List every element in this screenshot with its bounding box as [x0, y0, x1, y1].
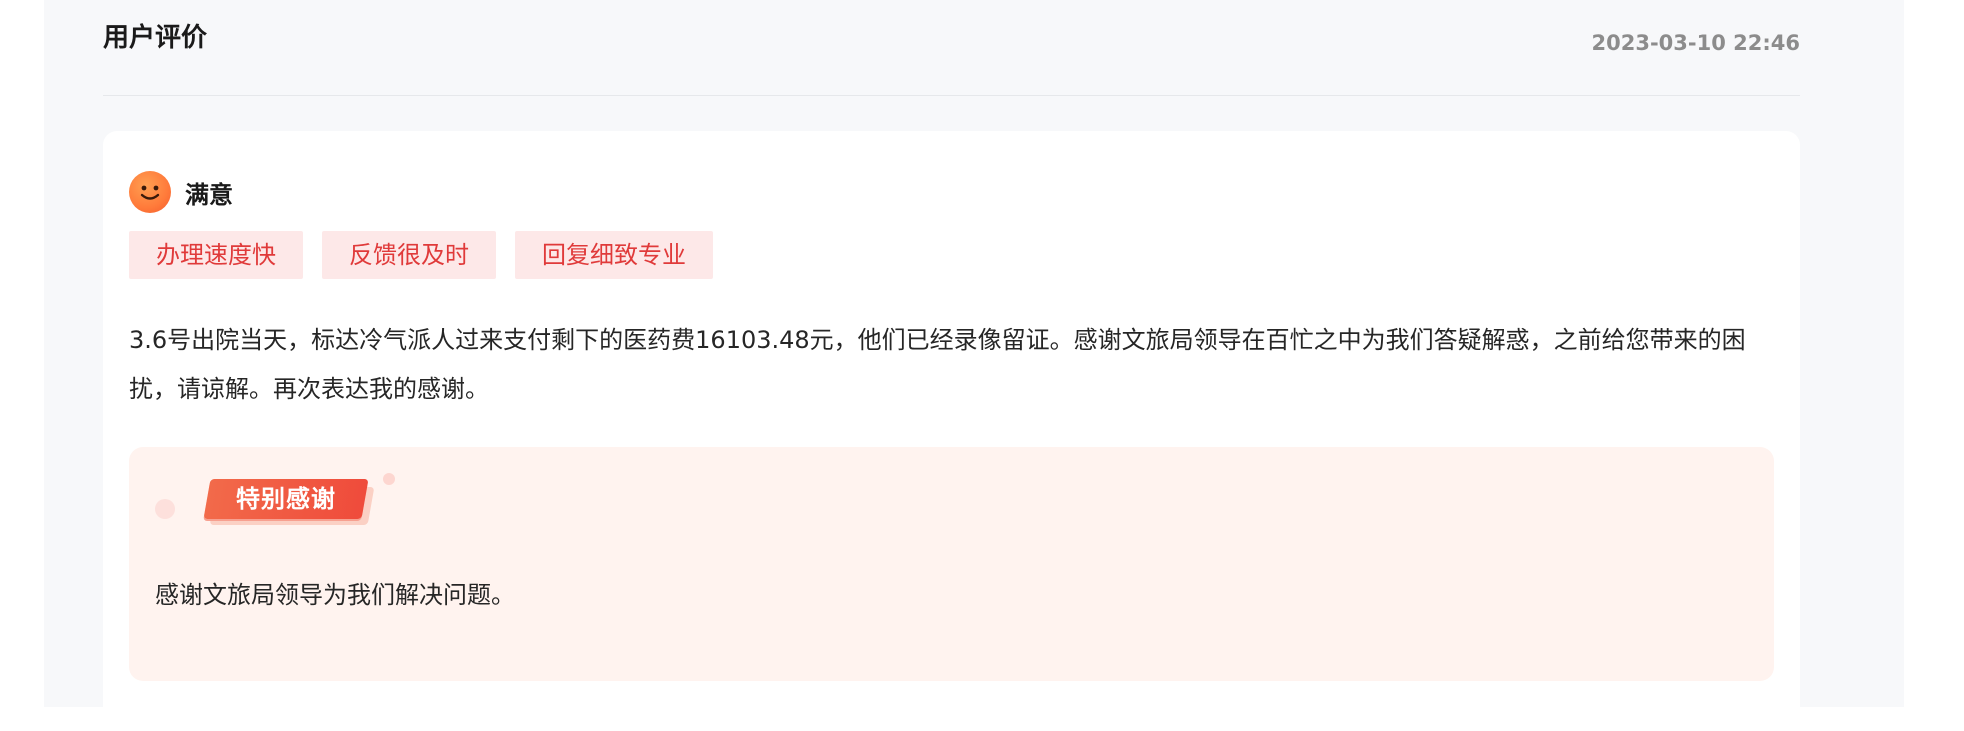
special-thanks-box: 特别感谢 感谢文旅局领导为我们解决问题。 — [129, 447, 1774, 681]
review-content: 3.6号出院当天，标达冷气派人过来支付剩下的医药费16103.48元，他们已经录… — [129, 326, 1746, 403]
review-timestamp: 2023-03-10 22:46 — [1591, 31, 1800, 55]
decoration-dot — [383, 473, 395, 485]
special-thanks-badge-label: 特别感谢 — [236, 485, 336, 513]
smiley-face-icon — [129, 171, 171, 213]
tag-list: 办理速度快 反馈很及时 回复细致专业 — [129, 231, 732, 279]
review-header: 用户评价 2023-03-10 22:46 — [103, 0, 1800, 96]
page-title: 用户评价 — [103, 23, 208, 53]
special-thanks-text: 感谢文旅局领导为我们解决问题。 — [155, 581, 515, 609]
rating: 满意 — [129, 171, 233, 213]
tag-fast-processing: 办理速度快 — [129, 231, 303, 279]
decoration-dot — [155, 499, 175, 519]
tag-professional-reply: 回复细致专业 — [515, 231, 713, 279]
rating-label: 满意 — [185, 180, 233, 209]
tag-timely-feedback: 反馈很及时 — [322, 231, 496, 279]
review-card: 满意 办理速度快 反馈很及时 回复细致专业 3.6号出院当天，标达冷气派人过来支… — [103, 131, 1800, 731]
